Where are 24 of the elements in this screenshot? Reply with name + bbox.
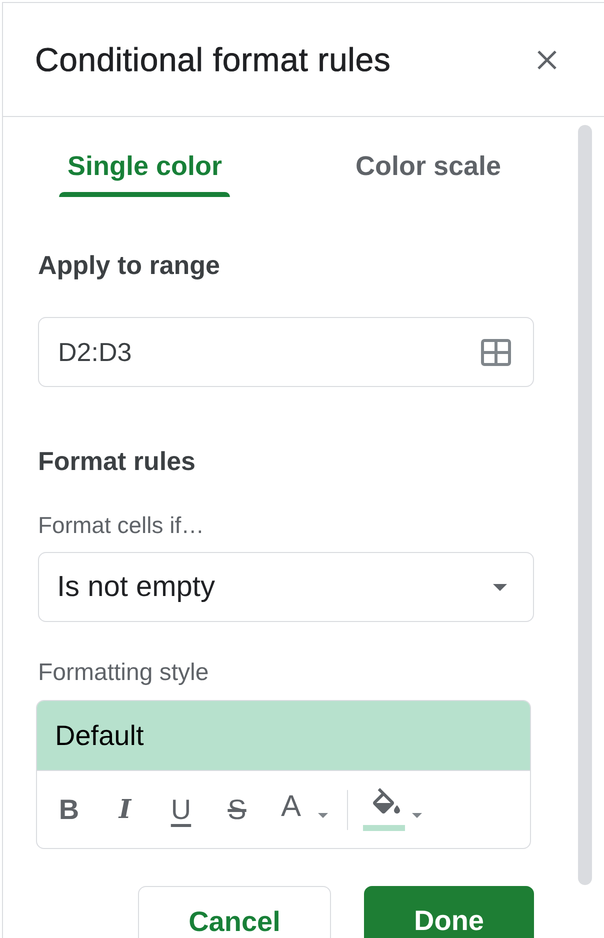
paint-bucket-icon [372, 788, 400, 814]
field-label: Format cells if… [38, 511, 204, 539]
done-button[interactable]: Done [364, 886, 534, 938]
bold-button[interactable]: B [49, 788, 89, 832]
dialog-title: Conditional format rules [35, 40, 391, 80]
condition-dropdown[interactable]: Is not empty [38, 552, 534, 622]
cancel-button[interactable]: Cancel [138, 886, 331, 938]
text-color-button[interactable]: A [273, 788, 336, 832]
underline-button[interactable]: U [161, 788, 201, 832]
caret-icon [412, 813, 422, 818]
tab[interactable]: Color scale [286, 117, 570, 197]
italic-button[interactable]: I [105, 788, 145, 832]
scrollbar-thumb[interactable] [578, 125, 592, 885]
tab[interactable]: Single color [3, 117, 286, 197]
field-label: Formatting style [38, 659, 209, 687]
grid-icon[interactable] [481, 338, 511, 366]
strikethrough-button[interactable]: S [217, 788, 257, 832]
caret-icon [493, 584, 507, 590]
section-heading: Apply to range [38, 250, 220, 280]
style-preview: Default [37, 701, 530, 771]
section-heading: Format rules [38, 446, 196, 476]
close-icon[interactable] [537, 50, 557, 70]
range-input[interactable]: D2:D3 [38, 317, 534, 387]
caret-icon [318, 813, 328, 818]
